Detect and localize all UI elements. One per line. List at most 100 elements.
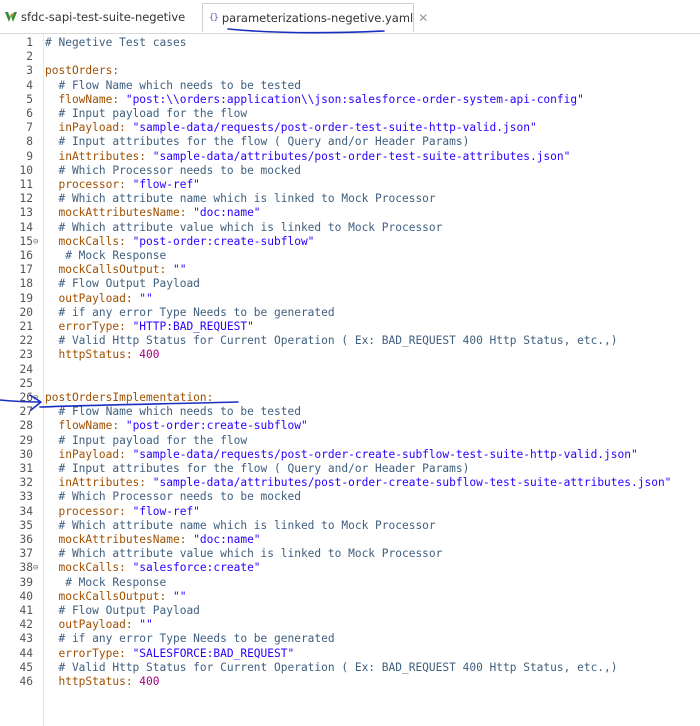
line-number: 39	[19, 575, 33, 589]
line-code: flowName: "post-order:create-subflow"	[45, 419, 307, 433]
code-line[interactable]: 45 # Valid Http Status for Current Opera…	[0, 661, 700, 675]
code-line[interactable]: 11 processor: "flow-ref"	[0, 178, 700, 192]
code-line[interactable]: 9 inAttributes: "sample-data/attributes/…	[0, 150, 700, 164]
code-line[interactable]: 44 errorType: "SALESFORCE:BAD_REQUEST"	[0, 647, 700, 661]
line-code: # Valid Http Status for Current Operatio…	[45, 334, 618, 348]
close-icon[interactable]: ✕	[418, 11, 428, 25]
line-code: # Input attributes for the flow ( Query …	[45, 135, 469, 149]
code-line[interactable]: 24	[0, 363, 700, 377]
code-line[interactable]: 16 # Mock Response	[0, 249, 700, 263]
line-number: 38	[19, 561, 33, 575]
code-line[interactable]: 28 flowName: "post-order:create-subflow"	[0, 419, 700, 433]
code-line[interactable]: 8 # Input attributes for the flow ( Quer…	[0, 135, 700, 149]
code-line[interactable]: 13 mockAttributesName: "doc:name"	[0, 206, 700, 220]
line-code: mockAttributesName: "doc:name"	[45, 206, 261, 220]
code-line[interactable]: 4 # Flow Name which needs to be tested	[0, 79, 700, 93]
line-code: # Input payload for the flow	[45, 434, 247, 448]
yaml-key: outPayload:	[45, 291, 140, 305]
yaml-key: mockAttributesName:	[45, 533, 194, 546]
line-number: 15	[19, 234, 33, 248]
line-number: 41	[19, 604, 33, 617]
line-code: httpStatus: 400	[45, 675, 159, 689]
code-line[interactable]: 29 # Input payload for the flow	[0, 434, 700, 448]
yaml-string: "HTTP:BAD_REQUEST"	[132, 320, 254, 333]
yaml-comment: # Mock Response	[45, 575, 167, 589]
code-line[interactable]: 1 # Negetive Test cases	[0, 36, 700, 50]
code-line[interactable]: 36 mockAttributesName: "doc:name"	[0, 533, 700, 547]
yaml-key: errorType:	[45, 646, 133, 660]
yaml-string: "doc:name"	[193, 206, 261, 220]
code-line[interactable]: 20 # if any error Type Needs to be gener…	[0, 306, 700, 320]
yaml-key: mockCallsOutput:	[45, 589, 173, 603]
line-code: # Input attributes for the flow ( Query …	[45, 462, 469, 476]
line-code: outPayload: ""	[45, 291, 153, 306]
yaml-string: "flow-ref"	[132, 504, 200, 518]
line-code: errorType: "SALESFORCE:BAD_REQUEST"	[45, 647, 294, 661]
code-line[interactable]: 7 inPayload: "sample-data/requests/post-…	[0, 121, 700, 135]
code-line[interactable]: 22 # Valid Http Status for Current Opera…	[0, 334, 700, 348]
line-code: # Which attribute value which is linked …	[45, 547, 442, 561]
code-line[interactable]: 39 # Mock Response	[0, 576, 700, 590]
line-number: 43	[19, 632, 33, 646]
code-line[interactable]: 15 ⊖ mockCalls: "post-order:create-subflo…	[0, 235, 700, 249]
line-number: 32	[19, 476, 33, 490]
line-number: 9	[26, 149, 33, 163]
code-line[interactable]: 41 # Flow Output Payload	[0, 604, 700, 618]
yaml-string: "post:\\orders:application\\json:salesfo…	[125, 92, 584, 106]
code-line[interactable]: 34 processor: "flow-ref"	[0, 505, 700, 519]
fold-toggle-icon[interactable]: ⊖	[33, 235, 43, 249]
fold-toggle-icon[interactable]: ⊖	[33, 391, 43, 405]
line-number: 42	[19, 618, 33, 632]
line-code: # Negetive Test cases	[45, 36, 186, 50]
code-line[interactable]: 35 # Which attribute name which is linke…	[0, 519, 700, 533]
code-line[interactable]: 18 # Flow Output Payload	[0, 277, 700, 291]
code-line[interactable]: 5 flowName: "post:\\orders:application\\…	[0, 93, 700, 107]
code-line[interactable]: 17 mockCallsOutput: ""	[0, 263, 700, 277]
fold-toggle-icon[interactable]: ⊖	[33, 561, 43, 575]
yaml-comment: # Valid Http Status for Current Operatio…	[45, 334, 618, 348]
code-line[interactable]: 27 # Flow Name which needs to be tested	[0, 405, 700, 419]
code-line[interactable]: 38 ⊖ mockCalls: "salesforce:create"	[0, 561, 700, 575]
yaml-string: "sample-data/attributes/post-order-creat…	[152, 476, 672, 490]
code-line[interactable]: 42 outPayload: ""	[0, 618, 700, 632]
yaml-comment: # if any error Type Needs to be generate…	[45, 632, 335, 646]
yaml-key: flowName:	[45, 419, 126, 433]
code-line[interactable]: 14 # Which attribute value which is link…	[0, 221, 700, 235]
code-line[interactable]: 25	[0, 377, 700, 391]
line-code: flowName: "post:\\orders:application\\js…	[45, 92, 584, 107]
line-code: # Flow Output Payload	[45, 277, 199, 291]
yaml-comment: # Valid Http Status for Current Operatio…	[45, 660, 618, 674]
code-line[interactable]: 40 mockCallsOutput: ""	[0, 590, 700, 604]
code-line[interactable]: 21 errorType: "HTTP:BAD_REQUEST"	[0, 320, 700, 334]
yaml-string: ""	[172, 263, 187, 277]
code-editor[interactable]: 1 # Negetive Test cases 2 3 postOrders: 4 # F…	[0, 34, 700, 726]
code-line[interactable]: 31 # Input attributes for the flow ( Que…	[0, 462, 700, 476]
yaml-comment: # Which attribute value which is linked …	[45, 547, 443, 561]
code-line[interactable]: 3 postOrders:	[0, 64, 700, 78]
tab-label: sfdc-sapi-test-suite-negetive	[21, 9, 186, 24]
code-line[interactable]: 10 # Which Processor needs to be mocked	[0, 164, 700, 178]
code-line[interactable]: 32 inAttributes: "sample-data/attributes…	[0, 476, 700, 490]
yaml-key: inPayload:	[45, 121, 133, 135]
tab-sfdc-sapi-test-suite-negetive[interactable]: sfdc-sapi-test-suite-negetive	[2, 4, 198, 29]
code-line[interactable]: 19 outPayload: ""	[0, 292, 700, 306]
code-line[interactable]: 26 ⊖ postOrdersImplementation:	[0, 391, 700, 405]
code-line[interactable]: 23 httpStatus: 400	[0, 348, 700, 362]
code-line[interactable]: 2	[0, 50, 700, 64]
yaml-number: 400	[139, 348, 160, 362]
line-code: # Flow Name which needs to be tested	[45, 79, 300, 93]
code-line[interactable]: 12 # Which attribute name which is linke…	[0, 192, 700, 206]
line-code: httpStatus: 400	[45, 348, 160, 362]
yaml-key: inPayload:	[45, 447, 133, 461]
code-line[interactable]: 33 # Which Processor needs to be mocked	[0, 490, 700, 504]
yaml-string: ""	[139, 291, 153, 305]
line-number: 30	[19, 447, 33, 461]
code-line[interactable]: 37 # Which attribute value which is link…	[0, 547, 700, 561]
code-line[interactable]: 6 # Input payload for the flow	[0, 107, 700, 121]
code-line[interactable]: 30 inPayload: "sample-data/requests/post…	[0, 448, 700, 462]
code-line[interactable]: 43 # if any error Type Needs to be gener…	[0, 632, 700, 646]
line-number: 11	[19, 178, 33, 191]
code-line[interactable]: 46 httpStatus: 400	[0, 675, 700, 689]
yaml-key: mockCallsOutput:	[45, 263, 173, 277]
tab-parameterizations-negetive-yaml[interactable]: {} parameterizations-negetive.yaml ✕	[202, 3, 428, 32]
